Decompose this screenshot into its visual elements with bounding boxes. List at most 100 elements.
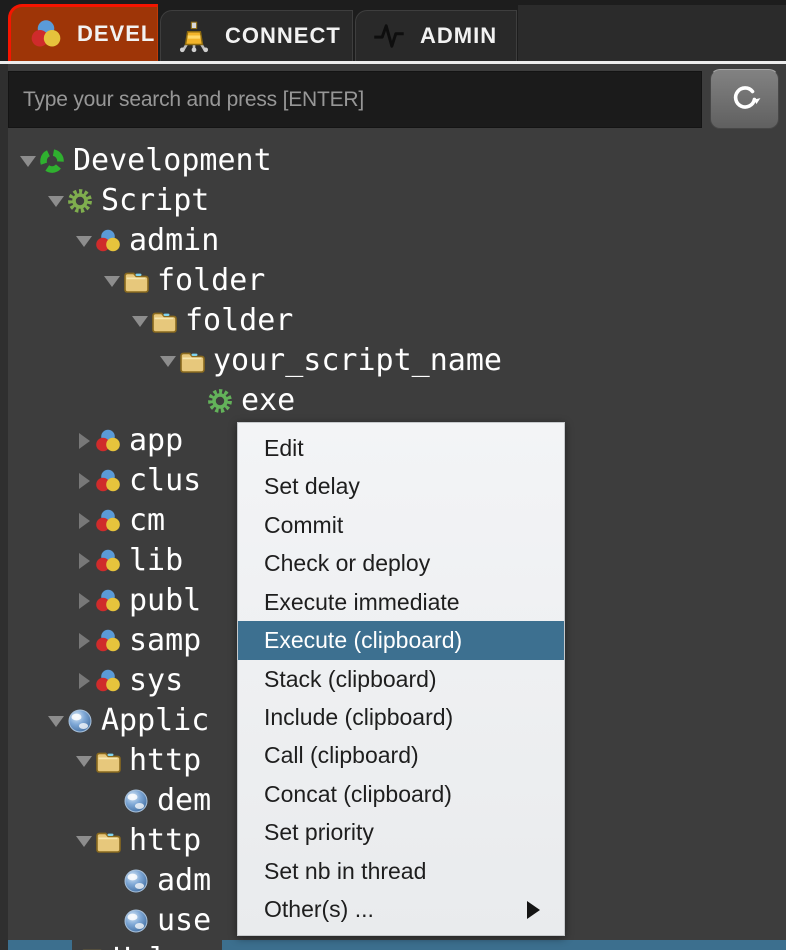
tree-item-development[interactable]: Development — [8, 141, 786, 181]
folder-icon — [122, 267, 150, 295]
folder-icon — [94, 827, 122, 855]
refresh-icon — [729, 82, 761, 117]
expander-down-icon[interactable] — [158, 356, 178, 367]
expander-right-icon[interactable] — [74, 553, 94, 569]
menu-item-label: Stack (clipboard) — [264, 666, 437, 693]
tab-devel-label: DEVEL — [77, 21, 155, 47]
application-window: DEVEL CONNECT ADMIN Development Script — [0, 0, 786, 950]
network-hub-icon — [177, 19, 211, 53]
menu-item-label: Other(s) ... — [264, 896, 374, 923]
menu-item-execute-immediate[interactable]: Execute immediate — [238, 583, 564, 621]
tree-item-label: adm — [157, 861, 211, 901]
menu-item-label: Commit — [264, 512, 343, 539]
tree-item-admin[interactable]: admin — [8, 221, 786, 261]
tree-item-label: use — [157, 901, 211, 941]
globe-icon — [122, 787, 150, 815]
three-circles-icon — [94, 507, 122, 535]
folder-icon — [150, 307, 178, 335]
menu-item-label: Execute immediate — [264, 589, 460, 616]
folder-icon — [178, 347, 206, 375]
submenu-arrow-icon — [527, 901, 540, 919]
menu-item-other-s[interactable]: Other(s) ... — [238, 891, 564, 929]
bottom-row-label: Hel — [113, 940, 167, 950]
menu-item-label: Include (clipboard) — [264, 704, 453, 731]
menu-item-stack-clipboard[interactable]: Stack (clipboard) — [238, 660, 564, 698]
tree-item-label: clus — [129, 461, 201, 501]
menu-item-include-clipboard[interactable]: Include (clipboard) — [238, 698, 564, 736]
tree-item-label: your_script_name — [213, 341, 502, 381]
tree-item-label: app — [129, 421, 183, 461]
globe-icon — [66, 707, 94, 735]
menu-item-concat-clipboard[interactable]: Concat (clipboard) — [238, 775, 564, 813]
three-circles-icon — [94, 467, 122, 495]
tab-admin-label: ADMIN — [420, 23, 497, 49]
tree-item-label: exe — [241, 381, 295, 421]
expander-down-icon[interactable] — [74, 236, 94, 247]
refresh-button[interactable] — [710, 69, 779, 129]
tree-item-label: http — [129, 741, 201, 781]
expander-down-icon[interactable] — [46, 196, 66, 207]
tree-item-label: Script — [101, 181, 209, 221]
tab-admin[interactable]: ADMIN — [355, 10, 517, 61]
tree-item-label: Development — [73, 141, 272, 181]
tree-item-your-script-name[interactable]: your_script_name — [8, 341, 786, 381]
expander-right-icon[interactable] — [74, 633, 94, 649]
tree-item-label: admin — [129, 221, 219, 261]
globe-icon — [122, 907, 150, 935]
menu-item-check-or-deploy[interactable]: Check or deploy — [238, 544, 564, 582]
folder-icon — [94, 747, 122, 775]
tab-devel[interactable]: DEVEL — [8, 4, 158, 61]
gear-green-icon — [206, 387, 234, 415]
expander-down-icon[interactable] — [18, 156, 38, 167]
panel-left-edge — [0, 64, 8, 950]
tree-item-label: cm — [129, 501, 165, 541]
tree-item-folder[interactable]: folder — [8, 261, 786, 301]
menu-item-call-clipboard[interactable]: Call (clipboard) — [238, 737, 564, 775]
menu-item-label: Set nb in thread — [264, 858, 426, 885]
search-input[interactable] — [8, 71, 702, 128]
context-menu: Edit Set delay Commit Check or deploy Execut… — [237, 422, 565, 936]
bottom-row-label-cell: Hel — [72, 940, 222, 950]
expander-down-icon[interactable] — [102, 276, 122, 287]
tree-item-folder[interactable]: folder — [8, 301, 786, 341]
expander-right-icon[interactable] — [74, 433, 94, 449]
tree-item-label: folder — [157, 261, 265, 301]
three-circles-icon — [94, 587, 122, 615]
menu-item-label: Concat (clipboard) — [264, 781, 452, 808]
menu-item-set-nb-in-thread[interactable]: Set nb in thread — [238, 852, 564, 890]
expander-down-icon[interactable] — [130, 316, 150, 327]
menu-item-set-delay[interactable]: Set delay — [238, 467, 564, 505]
tree-item-label: folder — [185, 301, 293, 341]
tab-connect[interactable]: CONNECT — [160, 10, 353, 61]
menu-item-label: Execute (clipboard) — [264, 627, 462, 654]
tree-item-label: lib — [129, 541, 183, 581]
expander-right-icon[interactable] — [74, 673, 94, 689]
tree-item-exe[interactable]: exe — [8, 381, 786, 421]
menu-item-execute-clipboard[interactable]: Execute (clipboard) — [238, 621, 564, 659]
three-circles-icon — [94, 227, 122, 255]
three-circles-icon — [94, 427, 122, 455]
tree-item-label: Applic — [101, 701, 209, 741]
expander-right-icon[interactable] — [74, 593, 94, 609]
expander-down-icon[interactable] — [74, 756, 94, 767]
tab-separator-line — [0, 61, 786, 64]
expander-right-icon[interactable] — [74, 473, 94, 489]
menu-item-commit[interactable]: Commit — [238, 506, 564, 544]
menu-item-edit[interactable]: Edit — [238, 429, 564, 467]
expander-down-icon[interactable] — [46, 716, 66, 727]
expander-down-icon[interactable] — [74, 836, 94, 847]
menu-item-set-priority[interactable]: Set priority — [238, 814, 564, 852]
gear-olive-icon — [66, 187, 94, 215]
three-circles-icon — [94, 627, 122, 655]
tree-item-label: sys — [129, 661, 183, 701]
menu-item-label: Set delay — [264, 473, 360, 500]
tree-item-script[interactable]: Script — [8, 181, 786, 221]
book-icon — [78, 946, 106, 950]
three-circles-icon — [94, 547, 122, 575]
tab-bar-filler — [518, 5, 786, 61]
pulse-icon — [372, 19, 406, 53]
expander-right-icon[interactable] — [74, 513, 94, 529]
tree-item-label: http — [129, 821, 201, 861]
tree-item-selected-bottom[interactable]: Hel — [8, 940, 786, 950]
tree-item-label: samp — [129, 621, 201, 661]
